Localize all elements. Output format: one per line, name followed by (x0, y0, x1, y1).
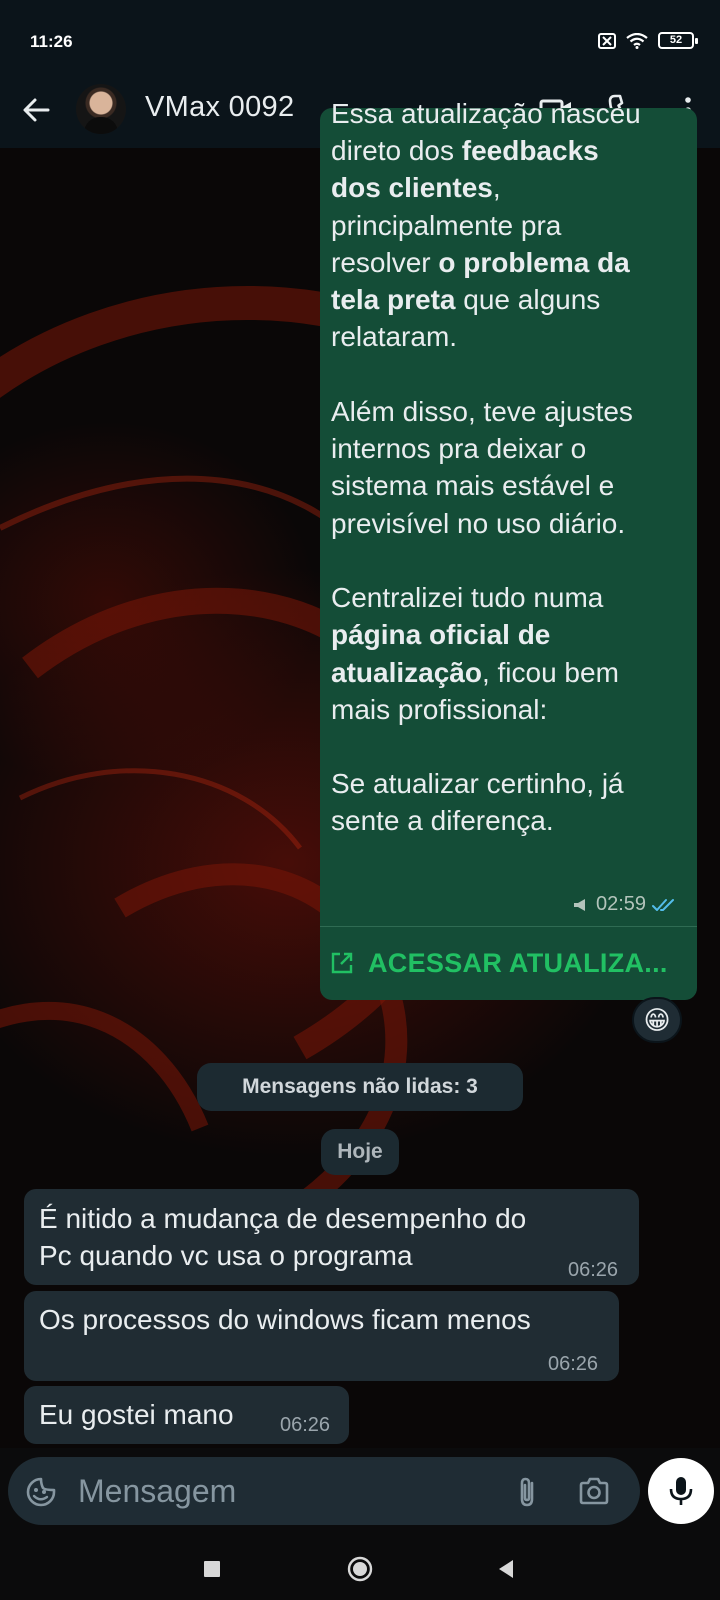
no-sim-icon (598, 32, 616, 49)
camera-icon[interactable] (578, 1476, 610, 1506)
battery-indicator: 52 (658, 32, 698, 49)
incoming-message-line: Os processos do windows ficam menos (39, 1304, 531, 1335)
message-line: mais profissional: (331, 693, 548, 725)
message-reaction[interactable]: 😁 (632, 997, 682, 1043)
message-line: relataram. (331, 321, 458, 353)
message-line: Se atualizar certinho, já (331, 768, 624, 800)
status-icons: 52 (598, 32, 698, 49)
recents-icon[interactable] (203, 1560, 221, 1578)
message-line: resolver o problema da (331, 246, 630, 278)
date-pill: Hoje (321, 1129, 399, 1175)
attach-icon[interactable] (514, 1475, 540, 1509)
sticker-icon[interactable] (25, 1476, 57, 1508)
incoming-message-line: Pc quando vc usa o programa (39, 1240, 413, 1271)
read-ticks-icon (652, 898, 675, 911)
home-icon[interactable] (347, 1556, 373, 1582)
incoming-time: 06:26 (568, 1259, 619, 1281)
incoming-message-line: É nitido a mudança de desempenho do (39, 1203, 527, 1234)
incoming-message-line: Eu gostei mano (39, 1399, 234, 1430)
clip-spacer (320, 120, 697, 148)
message-line: Centralizei tudo numa (331, 581, 604, 613)
outgoing-time: 02:59 (596, 893, 647, 915)
incoming-time: 06:26 (280, 1414, 331, 1436)
update-link-button[interactable]: ACESSAR ATUALIZA... (320, 927, 697, 999)
message-line: atualização, ficou bem (331, 656, 619, 688)
message-line: tela preta que alguns (331, 284, 601, 316)
mic-icon (669, 1477, 693, 1505)
message-line: sistema mais estável e (331, 470, 615, 502)
contact-name[interactable]: VMax 0092 (145, 91, 294, 124)
broadcast-icon (574, 898, 585, 911)
message-line: previsível no uso diário. (331, 507, 626, 539)
message-composer (8, 1457, 640, 1525)
message-line: principalmente pra (331, 209, 562, 241)
status-time: 11:26 (30, 32, 73, 51)
message-line: página oficial de (331, 619, 551, 651)
avatar[interactable] (76, 84, 126, 134)
update-link-label: ACESSAR ATUALIZA... (368, 947, 668, 978)
external-link-icon (331, 952, 353, 974)
system-nav-bar (0, 1540, 720, 1600)
message-line: sente a diferença. (331, 805, 554, 837)
message-line: dos clientes, (331, 172, 501, 204)
incoming-time: 06:26 (548, 1353, 599, 1375)
back-arrow-icon[interactable] (18, 92, 54, 128)
message-line: Além disso, teve ajustes (331, 395, 633, 427)
status-bar: 11:26 52 (0, 0, 720, 80)
outgoing-message-meta: 02:59 (572, 893, 678, 916)
message-input[interactable] (78, 1473, 498, 1509)
outgoing-message-text: Essa atualização nasceu direto dos feedb… (331, 98, 691, 840)
mic-button[interactable] (648, 1458, 714, 1524)
wifi-icon (626, 32, 648, 49)
unread-messages-pill: Mensagens não lidas: 3 (197, 1063, 523, 1111)
message-line: internos pra deixar o (331, 433, 587, 465)
nav-back-icon[interactable] (497, 1559, 515, 1579)
